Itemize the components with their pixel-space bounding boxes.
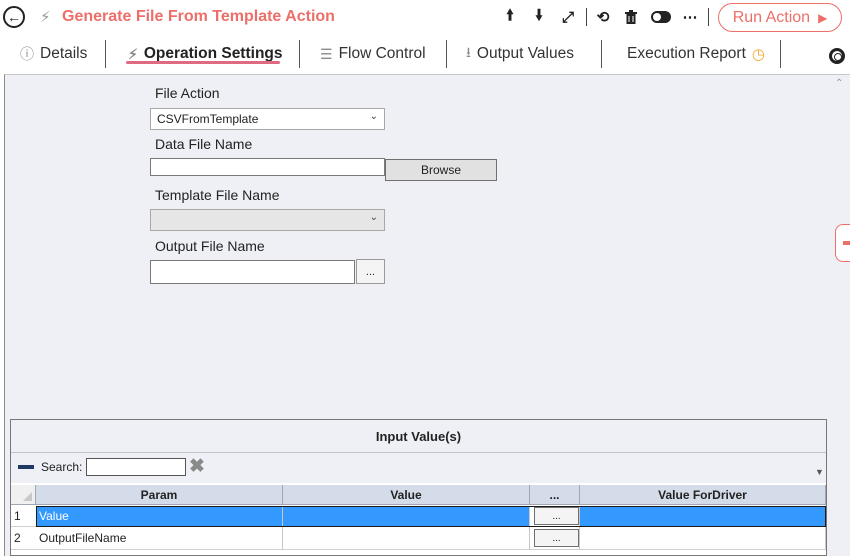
param-cell[interactable]: Value xyxy=(36,506,283,527)
value-cell[interactable] xyxy=(283,527,530,550)
chevron-down-icon: ⌄ xyxy=(369,212,378,223)
tab-divider xyxy=(601,40,602,68)
value-expression-button[interactable]: ... xyxy=(534,529,579,547)
column-header-value-for-driver[interactable]: Value ForDriver xyxy=(580,485,826,505)
grid-menu-icon[interactable]: ▼ xyxy=(815,467,824,477)
back-arrow-circle-icon[interactable]: ← xyxy=(3,6,25,28)
signpost-icon: ☰ xyxy=(320,45,333,62)
value-for-driver-cell xyxy=(580,527,826,550)
tab-divider xyxy=(780,40,781,68)
output-file-browse-button[interactable]: ... xyxy=(356,259,385,284)
arrow-down-icon[interactable]: 🠛 xyxy=(529,6,549,28)
tab-details-label: Details xyxy=(40,45,88,62)
toggle-icon[interactable] xyxy=(650,6,672,28)
play-icon: ▶ xyxy=(818,10,828,25)
row-number: 1 xyxy=(11,506,36,527)
collapse-icon[interactable] xyxy=(18,465,34,469)
template-file-select[interactable]: ⌄ xyxy=(150,209,385,231)
clock-icon: ◷ xyxy=(751,46,765,63)
active-tab-indicator xyxy=(126,61,280,64)
lifebuoy-icon[interactable] xyxy=(829,48,845,64)
value-button-cell: ... xyxy=(530,506,580,527)
clear-search-icon[interactable]: ✖ xyxy=(189,455,205,478)
tab-bar: ⓘ Details ⚡︎ Operation Settings ☰ Flow C… xyxy=(0,36,850,70)
search-label: Search: xyxy=(41,460,83,474)
tab-output-values[interactable]: ⭳ Output Values xyxy=(466,43,574,65)
column-header-button[interactable]: ... xyxy=(530,485,580,505)
input-values-grid: Input Value(s) Search: ✖ ▼ Param Value .… xyxy=(10,419,827,556)
tab-output-values-label: Output Values xyxy=(476,45,574,62)
value-cell[interactable] xyxy=(283,506,530,527)
scroll-up-icon[interactable]: ⌃ xyxy=(835,78,843,89)
data-file-label: Data File Name xyxy=(155,136,253,152)
search-input[interactable] xyxy=(86,458,186,476)
more-icon[interactable]: ⋯ xyxy=(680,6,700,28)
value-for-driver-cell xyxy=(580,506,826,527)
param-cell[interactable]: OutputFileName xyxy=(36,527,283,550)
lightning-icon: ⚡︎ xyxy=(40,9,51,26)
tab-details[interactable]: ⓘ Details xyxy=(20,43,87,65)
undo-icon[interactable]: ⟲ xyxy=(593,6,613,28)
value-button-cell: ... xyxy=(530,527,580,550)
tab-divider xyxy=(446,40,447,68)
output-file-input[interactable] xyxy=(150,260,355,284)
run-action-label: Run Action xyxy=(732,8,811,26)
tab-execution-report[interactable]: Execution Report ◷ xyxy=(627,43,765,65)
tab-flow-control[interactable]: ☰ Flow Control xyxy=(320,43,426,65)
file-action-select[interactable]: CSVFromTemplate ⌄ xyxy=(150,108,385,130)
info-icon: ⓘ xyxy=(20,46,34,62)
tab-execution-report-label: Execution Report xyxy=(627,45,746,62)
grid-corner xyxy=(11,485,36,505)
value-expression-button[interactable]: ... xyxy=(534,507,579,525)
run-action-button[interactable]: Run Action ▶ xyxy=(718,3,842,32)
upload-icon: ⭳ xyxy=(466,44,471,60)
file-action-value: CSVFromTemplate xyxy=(157,112,259,126)
page-title: Generate File From Template Action xyxy=(62,8,335,25)
row-number: 2 xyxy=(11,527,36,550)
data-file-input[interactable] xyxy=(150,158,385,176)
toolbar-divider xyxy=(586,8,587,26)
arrow-up-icon[interactable]: 🠙 xyxy=(500,6,520,28)
trash-icon[interactable] xyxy=(621,6,641,28)
browse-button[interactable]: Browse xyxy=(385,159,497,181)
file-action-label: File Action xyxy=(155,85,220,101)
grid-toolbar: Search: ✖ ▼ xyxy=(11,453,826,483)
tab-divider xyxy=(299,40,300,68)
tab-flow-control-label: Flow Control xyxy=(338,45,426,62)
action-header: ← ⚡︎ Generate File From Template Action … xyxy=(0,0,850,36)
toolbar-divider xyxy=(708,8,709,26)
template-file-label: Template File Name xyxy=(155,187,280,203)
lightning-icon: ⚡︎ xyxy=(128,45,138,62)
grid-title: Input Value(s) xyxy=(11,420,826,453)
tab-divider xyxy=(105,40,106,68)
side-panel-toggle[interactable] xyxy=(835,224,850,262)
column-header-param[interactable]: Param xyxy=(36,485,283,505)
chevron-down-icon: ⌄ xyxy=(369,111,378,122)
expand-icon[interactable]: ⤢ xyxy=(558,6,578,28)
column-header-value[interactable]: Value xyxy=(283,485,530,505)
output-file-label: Output File Name xyxy=(155,238,265,254)
